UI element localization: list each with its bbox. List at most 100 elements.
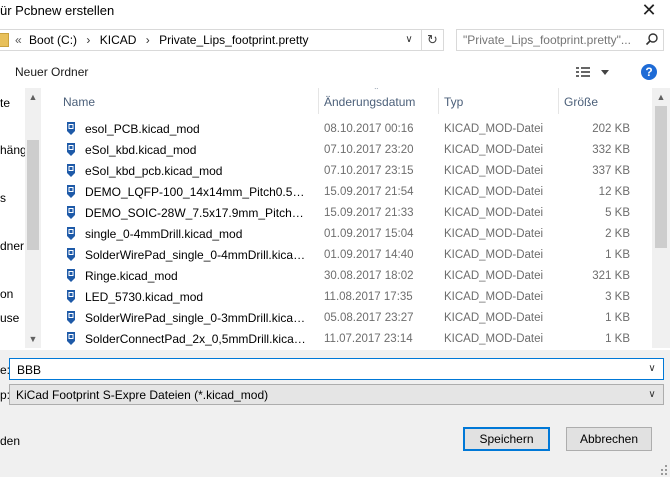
column-divider[interactable] <box>438 88 439 114</box>
column-divider[interactable] <box>318 88 319 114</box>
kicad-file-icon <box>66 164 76 178</box>
close-icon[interactable]: ✕ <box>634 0 664 22</box>
column-header-size[interactable]: Größe <box>564 95 598 109</box>
kicad-file-icon <box>66 269 76 283</box>
file-date: 15.09.2017 21:33 <box>324 207 414 219</box>
folder-icon <box>0 33 9 47</box>
file-size: 202 KB <box>592 123 630 135</box>
column-header-type[interactable]: Typ <box>444 95 463 109</box>
filename-field[interactable]: ∨ <box>9 358 664 380</box>
file-name: LED_5730.kicad_mod <box>85 290 204 304</box>
file-size: 1 KB <box>605 333 630 345</box>
file-list: Name ⌃ Änderungsdatum Typ Größe esol_PCB… <box>48 88 652 348</box>
breadcrumb-item-folder[interactable]: Private_Lips_footprint.pretty <box>159 33 308 47</box>
search-input[interactable] <box>463 32 633 48</box>
file-name: DEMO_SOIC-28W_7.5x17.9mm_Pitch1.27... <box>85 206 307 220</box>
file-type: KICAD_MOD-Datei <box>444 186 544 198</box>
filetype-select[interactable]: KiCad Footprint S-Expre Dateien (*.kicad… <box>9 384 664 405</box>
file-date: 07.10.2017 23:20 <box>324 144 414 156</box>
kicad-file-icon <box>66 290 76 304</box>
table-row[interactable]: DEMO_SOIC-28W_7.5x17.9mm_Pitch1.27... 15.… <box>48 203 652 224</box>
file-date: 01.09.2017 14:40 <box>324 249 414 261</box>
kicad-file-icon <box>66 185 76 199</box>
resize-grip-icon[interactable] <box>660 463 668 475</box>
window-title: ür Pcbnew erstellen <box>0 3 115 18</box>
file-list-scroll-thumb[interactable] <box>655 106 667 248</box>
column-header-date[interactable]: Änderungsdatum <box>324 95 415 109</box>
file-size: 321 KB <box>592 270 630 282</box>
file-type: KICAD_MOD-Datei <box>444 228 544 240</box>
nav-item[interactable]: use <box>0 311 19 325</box>
table-row[interactable]: esol_PCB.kicad_mod 08.10.2017 00:16 KICAD_… <box>48 119 652 140</box>
table-row[interactable]: SolderConnectPad_2x_0,5mmDrill.kicad_...… <box>48 329 652 348</box>
hide-folders-toggle[interactable]: den <box>0 434 20 448</box>
nav-scrollbar[interactable]: ▲ ▼ <box>25 88 41 348</box>
file-date: 07.10.2017 23:15 <box>324 165 414 177</box>
file-size: 2 KB <box>605 228 630 240</box>
file-name: SolderWirePad_single_0-3mmDrill.kicad_..… <box>85 311 307 325</box>
refresh-icon[interactable]: ↻ <box>421 30 443 50</box>
scroll-down-icon[interactable]: ▼ <box>25 332 41 346</box>
search-box[interactable] <box>456 29 664 51</box>
file-size: 1 KB <box>605 249 630 261</box>
column-divider[interactable] <box>558 88 559 114</box>
table-row[interactable]: eSol_kbd.kicad_mod 07.10.2017 23:20 KICAD_… <box>48 140 652 161</box>
kicad-file-icon <box>66 122 76 136</box>
nav-scroll-thumb[interactable] <box>27 140 39 250</box>
file-list-scrollbar[interactable]: ▲ <box>652 88 670 348</box>
nav-item[interactable]: on <box>0 287 13 301</box>
save-button[interactable]: Speichern <box>463 427 550 451</box>
nav-item[interactable]: dner <box>0 239 24 253</box>
title-bar: ür Pcbnew erstellen ✕ <box>0 0 670 24</box>
file-name: single_0-4mmDrill.kicad_mod <box>85 227 243 241</box>
filename-input[interactable] <box>17 362 637 377</box>
breadcrumb-overflow-icon[interactable]: « <box>15 33 22 47</box>
table-row[interactable]: SolderWirePad_single_0-4mmDrill.kicad_..… <box>48 245 652 266</box>
kicad-file-icon <box>66 143 76 157</box>
cancel-button[interactable]: Abbrechen <box>566 427 652 451</box>
address-bar[interactable]: « Boot (C:) › KICAD › Private_Lips_footp… <box>0 29 444 51</box>
search-icon[interactable] <box>645 32 659 46</box>
file-date: 01.09.2017 15:04 <box>324 228 414 240</box>
file-type: KICAD_MOD-Datei <box>444 165 544 177</box>
chevron-down-icon[interactable]: ∨ <box>645 361 659 377</box>
kicad-file-icon <box>66 206 76 220</box>
file-type: KICAD_MOD-Datei <box>444 249 544 261</box>
column-header-name[interactable]: Name <box>63 95 95 109</box>
chevron-down-icon[interactable]: ∨ <box>645 387 659 403</box>
file-name: SolderConnectPad_2x_0,5mmDrill.kicad_... <box>85 332 307 346</box>
file-date: 30.08.2017 18:02 <box>324 270 414 282</box>
scroll-up-icon[interactable]: ▲ <box>25 90 41 104</box>
table-row[interactable]: Ringe.kicad_mod 30.08.2017 18:02 KICAD_MOD… <box>48 266 652 287</box>
file-size: 337 KB <box>592 165 630 177</box>
kicad-file-icon <box>66 227 76 241</box>
nav-item[interactable]: te <box>0 96 10 110</box>
file-date: 15.09.2017 21:54 <box>324 186 414 198</box>
breadcrumb-separator-icon[interactable]: › <box>146 33 150 47</box>
view-options-icon[interactable] <box>574 64 614 80</box>
breadcrumb-item-kicad[interactable]: KICAD <box>100 33 137 47</box>
table-row[interactable]: SolderWirePad_single_0-3mmDrill.kicad_..… <box>48 308 652 329</box>
file-type: KICAD_MOD-Datei <box>444 312 544 324</box>
file-name: esol_PCB.kicad_mod <box>85 122 200 136</box>
filetype-value: KiCad Footprint S-Expre Dateien (*.kicad… <box>16 388 269 402</box>
breadcrumb-separator-icon[interactable]: › <box>86 33 90 47</box>
file-date: 08.10.2017 00:16 <box>324 123 414 135</box>
table-row[interactable]: LED_5730.kicad_mod 11.08.2017 17:35 KICAD_… <box>48 287 652 308</box>
table-row[interactable]: eSol_kbd_pcb.kicad_mod 07.10.2017 23:15 KI… <box>48 161 652 182</box>
kicad-file-icon <box>66 332 76 346</box>
chevron-down-icon[interactable]: ∨ <box>401 32 417 48</box>
file-type: KICAD_MOD-Datei <box>444 144 544 156</box>
breadcrumb-item-boot[interactable]: Boot (C:) <box>29 33 77 47</box>
file-date: 05.08.2017 23:27 <box>324 312 414 324</box>
file-name: DEMO_LQFP-100_14x14mm_Pitch0.5mm... <box>85 185 307 199</box>
help-icon[interactable]: ? <box>641 64 657 80</box>
scroll-up-icon[interactable]: ▲ <box>652 90 670 104</box>
new-folder-button[interactable]: Neuer Ordner <box>15 65 88 79</box>
nav-item[interactable]: s <box>0 191 6 205</box>
address-row: « Boot (C:) › KICAD › Private_Lips_footp… <box>0 26 670 56</box>
table-row[interactable]: DEMO_LQFP-100_14x14mm_Pitch0.5mm... 15.09… <box>48 182 652 203</box>
file-name: SolderWirePad_single_0-4mmDrill.kicad_..… <box>85 248 307 262</box>
file-size: 12 KB <box>598 186 630 198</box>
table-row[interactable]: single_0-4mmDrill.kicad_mod 01.09.2017 15… <box>48 224 652 245</box>
